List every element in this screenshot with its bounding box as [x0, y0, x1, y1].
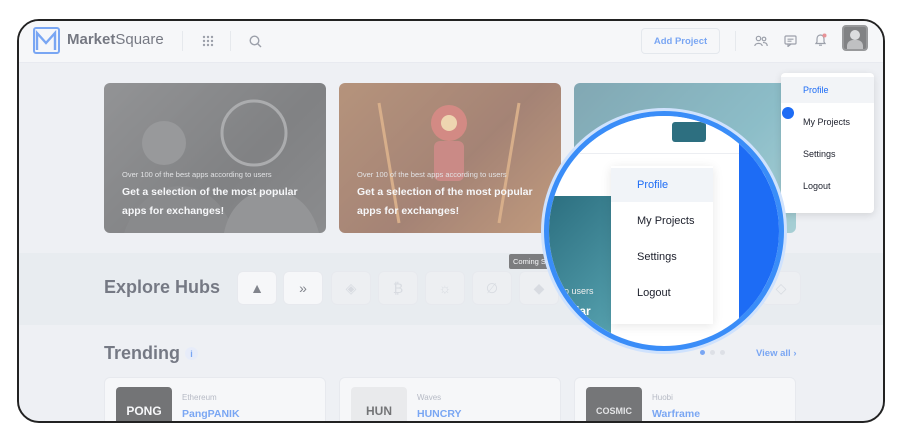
carousel-dot[interactable] [710, 350, 715, 355]
project-name[interactable]: PangPANIK [182, 408, 240, 420]
divider [230, 31, 231, 51]
magnified-banner-subtitle: g to users [554, 286, 594, 296]
brand-name-bold: Market [67, 31, 116, 48]
project-name[interactable]: Warframe [652, 408, 700, 420]
magnified-view: g to users opular Profile My Projects Se… [549, 116, 779, 346]
banner-title: Get a selection of the most popular apps… [357, 186, 533, 217]
banner-card[interactable]: Over 100 of the best apps according to u… [339, 83, 561, 233]
divider [735, 31, 736, 51]
hub-null-icon[interactable]: ∅ [472, 271, 512, 305]
view-all-link[interactable]: View all › [756, 348, 796, 359]
network-label: Ethereum [182, 393, 217, 402]
hub-ark-icon[interactable]: ▲ [237, 271, 277, 305]
hub-binance-icon[interactable]: ◈ [331, 271, 371, 305]
carousel-dot[interactable] [700, 350, 705, 355]
game-thumbnail: COSMIC [586, 387, 642, 421]
carousel-dots[interactable] [700, 350, 725, 355]
brand-name[interactable]: MarketSquare [67, 31, 164, 48]
menu-item-profile[interactable]: Profile [781, 77, 874, 103]
grid-icon[interactable] [198, 31, 218, 51]
top-navigation-bar: MarketSquare Add Project [19, 21, 883, 63]
add-project-button[interactable]: Add Project [641, 28, 720, 54]
game-thumbnail: HUN [351, 387, 407, 421]
divider [182, 31, 183, 51]
brand-name-light: Square [115, 31, 164, 48]
banner-card[interactable]: Over 100 of the best apps according to u… [104, 83, 326, 233]
banner-subtitle: Over 100 of the best apps according to u… [357, 170, 507, 179]
project-name[interactable]: HUNCRY [417, 408, 462, 420]
banner-subtitle: Over 100 of the best apps according to u… [122, 170, 272, 179]
game-thumbnail: PONG [116, 387, 172, 421]
menu-item-my-projects[interactable]: My Projects [611, 204, 713, 238]
trending-card[interactable]: COSMIC Huobi Warframe [574, 377, 796, 421]
banner-title: Get a selection of the most popular apps… [122, 186, 298, 217]
menu-item-settings[interactable]: Settings [781, 141, 874, 167]
network-label: Huobi [652, 393, 673, 402]
user-avatar[interactable] [842, 25, 868, 51]
cursor-pointer [782, 107, 794, 119]
trending-card[interactable]: HUN Waves HUNCRY [339, 377, 561, 421]
menu-item-my-projects[interactable]: My Projects [781, 109, 874, 135]
hub-bitcoin-icon[interactable]: ₿ [378, 271, 418, 305]
bell-icon[interactable] [810, 30, 830, 50]
app-window: MarketSquare Add Project Over 100 of the… [17, 19, 885, 423]
magnified-accent-panel [739, 142, 779, 342]
menu-item-logout[interactable]: Logout [781, 173, 874, 199]
hub-arrows-icon[interactable]: » [283, 271, 323, 305]
explore-hubs-title: Explore Hubs [104, 277, 221, 297]
users-icon[interactable] [751, 31, 771, 51]
menu-item-settings[interactable]: Settings [611, 240, 713, 274]
trending-title: Trending [104, 343, 180, 363]
chat-icon[interactable] [780, 31, 800, 51]
magnified-profile-menu: Profile My Projects Settings Logout [611, 166, 713, 324]
magnified-banner: g to users opular [549, 196, 611, 346]
profile-dropdown: Profile My Projects Settings Logout [781, 73, 874, 213]
menu-item-logout[interactable]: Logout [611, 276, 713, 310]
carousel-dot[interactable] [720, 350, 725, 355]
info-icon[interactable]: i [185, 347, 198, 360]
network-label: Waves [417, 393, 442, 402]
menu-item-profile[interactable]: Profile [611, 168, 713, 202]
magnified-banner-title: opular [554, 304, 591, 318]
marketsquare-logo-icon[interactable] [33, 27, 60, 54]
search-icon[interactable] [245, 31, 265, 51]
hub-sun-icon[interactable]: ☼ [425, 271, 465, 305]
trending-card[interactable]: PONG Ethereum PangPANIK [104, 377, 326, 421]
magnifier-lens: g to users opular Profile My Projects Se… [544, 111, 784, 351]
magnified-avatar [672, 122, 706, 142]
